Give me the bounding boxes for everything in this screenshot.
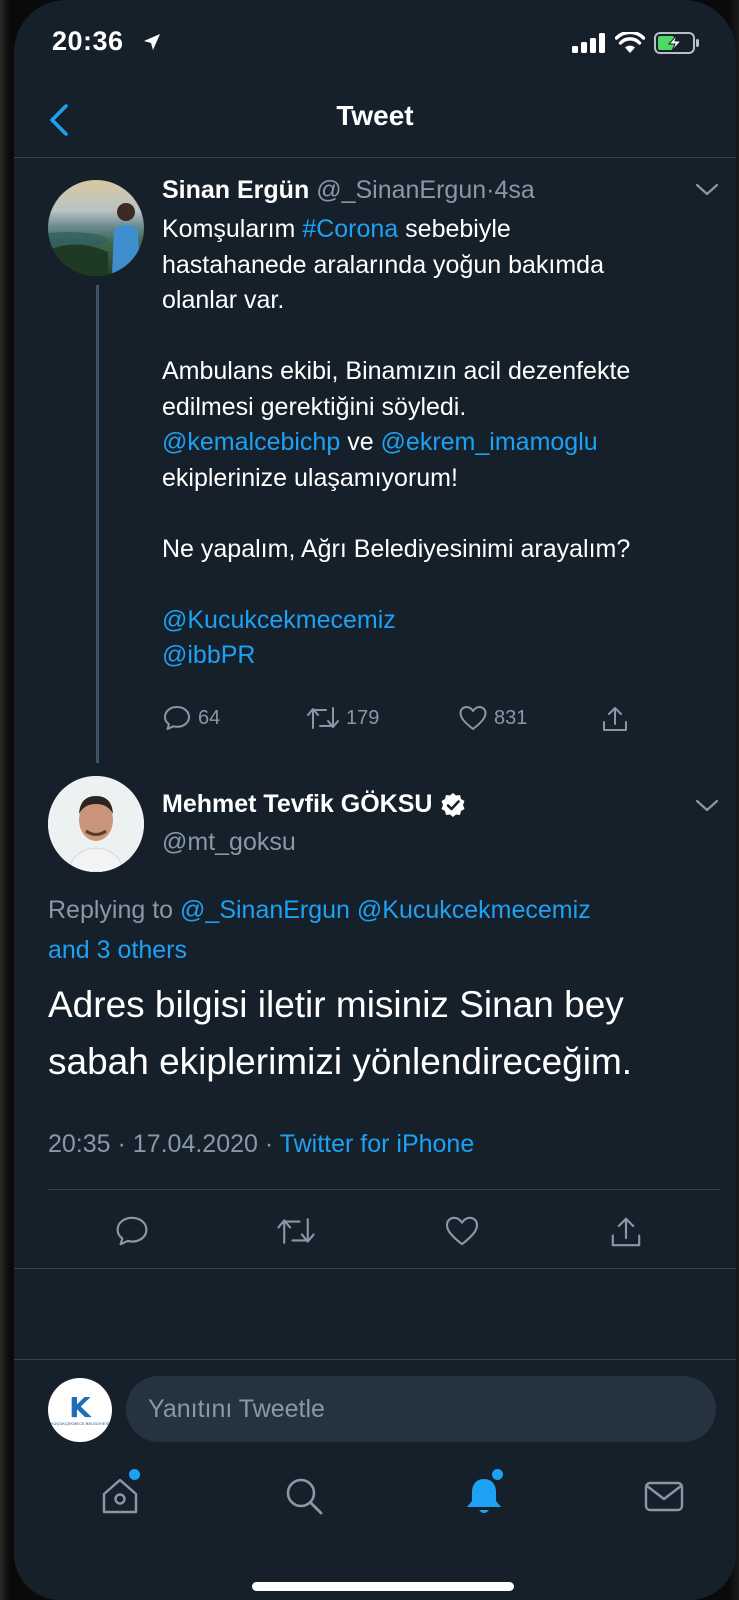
tweet-text: ekiplerinize ulaşamıyorum! xyxy=(162,463,458,492)
share-icon[interactable] xyxy=(608,1214,644,1250)
retweet-count: 179 xyxy=(346,706,380,729)
search-icon[interactable] xyxy=(282,1474,326,1518)
avatar-mehmet-tevfik-goksu[interactable] xyxy=(48,776,144,872)
author-handle[interactable]: @_SinanErgun xyxy=(316,176,486,204)
tweet-text-line: Komşularım #Corona sebebiyle xyxy=(162,212,722,248)
tweet-text-line: @Kucukcekmecemiz xyxy=(162,603,722,639)
like-count: 831 xyxy=(494,706,528,729)
author-handle[interactable]: @mt_goksu xyxy=(162,828,296,857)
mention-link[interactable]: @ibbPR xyxy=(162,641,255,669)
reply-icon xyxy=(164,706,190,730)
current-user-avatar[interactable]: K KÜÇÜKÇEKMECE BELEDİYESİ xyxy=(48,1378,112,1442)
tweet-text: Komşularım xyxy=(162,215,303,243)
reply-input[interactable] xyxy=(126,1376,716,1442)
meta-dot: · xyxy=(264,1130,274,1158)
author-name[interactable]: Sinan Ergün xyxy=(162,176,309,204)
parent-tweet-header: Sinan Ergün @_SinanErgun·4sa xyxy=(162,176,535,205)
avatar-logo-text: KÜÇÜKÇEKMECE BELEDİYESİ xyxy=(50,1420,110,1426)
tweet-text-line: @ibbPR xyxy=(162,638,722,674)
tweet-text: olanlar var. xyxy=(162,286,285,314)
divider xyxy=(14,1268,736,1269)
reply-icon[interactable] xyxy=(114,1214,150,1248)
tweet-text-line xyxy=(162,567,722,603)
status-bar: 20:36 xyxy=(14,0,736,92)
home-indicator[interactable] xyxy=(252,1582,514,1591)
reply-count: 64 xyxy=(198,706,221,729)
chevron-down-icon[interactable] xyxy=(694,182,720,198)
tweet-text: sebebiyle xyxy=(398,215,511,243)
replying-handles-link[interactable]: @_SinanErgun @Kucukcekmecemiz xyxy=(180,896,591,924)
tweet-text-line: olanlar var. xyxy=(162,283,722,319)
like-action[interactable]: 831 xyxy=(458,704,527,732)
tweet-text-line: ekiplerinize ulaşamıyorum! xyxy=(162,461,722,497)
location-arrow-icon xyxy=(144,34,160,50)
replying-others-link[interactable]: and 3 others xyxy=(48,936,187,964)
tweet-text: Ne yapalım, Ağrı Belediyesinimi arayalım… xyxy=(162,534,631,563)
device-frame: 20:36 Tweet Sinan Ergün @_SinanErgun·4sa… xyxy=(0,0,739,1600)
status-time: 20:36 xyxy=(52,26,124,56)
verified-badge-icon xyxy=(441,792,465,817)
status-indicators xyxy=(572,32,700,54)
heart-icon xyxy=(459,706,487,730)
share-icon xyxy=(603,707,627,731)
author-name[interactable]: Mehmet Tevfik GÖKSU xyxy=(162,790,432,819)
retweet-icon[interactable] xyxy=(276,1214,316,1248)
tweet-text-line: sabah ekiplerimizi yönlendireceğim. xyxy=(48,1041,633,1082)
share-action[interactable] xyxy=(600,704,630,734)
tweet-text-line: Ne yapalım, Ağrı Belediyesinimi arayalım… xyxy=(162,532,722,568)
chevron-down-icon[interactable] xyxy=(694,798,720,814)
parent-tweet-text: Komşularım #Corona sebebiyle hastahanede … xyxy=(162,212,722,674)
tweet-source-link[interactable]: Twitter for iPhone xyxy=(280,1130,475,1158)
tweet-text-line: Adres bilgisi iletir misiniz Sinan bey xyxy=(48,984,624,1025)
avatar-photo xyxy=(48,203,140,276)
wifi-icon xyxy=(615,32,645,53)
avatar-photo xyxy=(48,776,144,872)
tweet-text-line xyxy=(162,319,722,355)
heart-icon[interactable] xyxy=(444,1214,480,1248)
tweet-text-line: edilmesi gerektiğini söyledi. xyxy=(162,390,722,426)
mention-link[interactable]: @ekrem_imamoglu xyxy=(381,428,598,456)
tweet-text-line: Ambulans ekibi, Binamızın acil dezenfekt… xyxy=(162,354,722,390)
main-tweet-text: Adres bilgisi iletir misiniz Sinan bey s… xyxy=(48,976,718,1090)
mention-link[interactable]: @Kucukcekmecemiz xyxy=(162,606,396,634)
tweet-text-line: hastahanede aralarında yoğun bakımda xyxy=(162,248,722,284)
tweet-text-line xyxy=(162,496,722,532)
notifications-badge-dot xyxy=(492,1469,503,1480)
battery-charging-icon xyxy=(654,32,699,54)
meta-dot: · xyxy=(117,1130,126,1158)
tweet-age: 4sa xyxy=(494,176,535,204)
tweet-time: 20:35 xyxy=(48,1130,111,1158)
parent-tweet-actions: 64 179 831 xyxy=(162,704,662,740)
main-tweet-actions xyxy=(14,1214,736,1254)
divider xyxy=(48,1189,720,1190)
tweet-text-line: @kemalcebichp ve @ekrem_imamoglu xyxy=(162,425,722,461)
replying-prefix: Replying to xyxy=(48,896,174,924)
reply-action[interactable]: 64 xyxy=(162,704,220,732)
tweet-text: edilmesi gerektiğini söyledi. xyxy=(162,392,467,421)
app-screen: 20:36 Tweet Sinan Ergün @_SinanErgun·4sa… xyxy=(14,0,736,1600)
mention-link[interactable]: #Corona xyxy=(302,215,398,243)
navigation-bar: Tweet xyxy=(14,92,736,158)
mention-link[interactable]: @kemalcebichp xyxy=(162,428,340,456)
divider xyxy=(14,1359,736,1360)
messages-icon[interactable] xyxy=(642,1474,686,1518)
tweet-meta: 20:35 · 17.04.2020 · Twitter for iPhone xyxy=(48,1130,474,1159)
retweet-icon xyxy=(307,707,339,729)
home-icon[interactable] xyxy=(98,1474,142,1518)
tweet-text: ve xyxy=(340,428,381,456)
tweet-text: hastahanede aralarında yoğun bakımda xyxy=(162,250,604,279)
tweet-date: 17.04.2020 xyxy=(132,1130,258,1158)
page-title: Tweet xyxy=(336,100,414,131)
thread-connector-line xyxy=(96,285,99,763)
tweet-text: Ambulans ekibi, Binamızın acil dezenfekt… xyxy=(162,357,631,385)
replying-to: Replying to @_SinanErgun @Kucukcekmecemi… xyxy=(48,890,708,970)
home-badge-dot xyxy=(129,1469,140,1480)
avatar-logo-letter: K xyxy=(69,1390,91,1424)
notifications-icon[interactable] xyxy=(462,1474,506,1518)
avatar-sinan-ergun[interactable] xyxy=(48,180,144,276)
retweet-action[interactable]: 179 xyxy=(306,704,379,732)
cellular-signal-icon xyxy=(572,33,605,53)
author-name-row: Mehmet Tevfik GÖKSU xyxy=(162,790,466,819)
